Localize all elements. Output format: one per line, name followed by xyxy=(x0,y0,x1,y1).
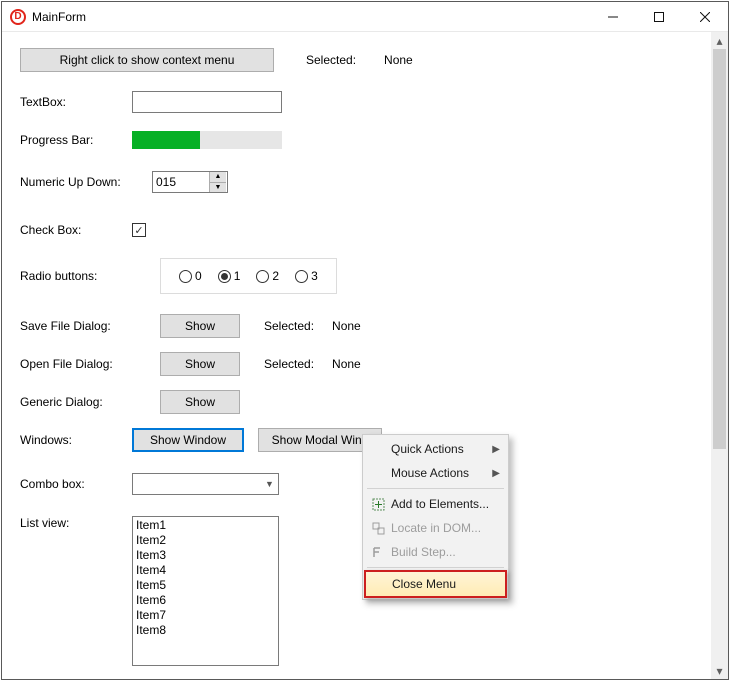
list-item[interactable]: Item5 xyxy=(136,578,275,593)
titlebar: D MainForm xyxy=(2,2,728,32)
open-dialog-show-button[interactable]: Show xyxy=(160,352,240,376)
show-window-button[interactable]: Show Window xyxy=(132,428,244,452)
textbox-input[interactable] xyxy=(132,91,282,113)
menu-build-step: Build Step... xyxy=(365,540,506,564)
locate-dom-icon xyxy=(369,522,387,535)
save-dialog-label: Save File Dialog: xyxy=(20,319,132,333)
numeric-up-button[interactable]: ▲ xyxy=(210,172,226,183)
scroll-thumb[interactable] xyxy=(713,49,726,449)
selected-value: None xyxy=(384,53,413,67)
textbox-label: TextBox: xyxy=(20,95,132,109)
listview-label: List view: xyxy=(20,516,132,530)
progress-label: Progress Bar: xyxy=(20,133,132,147)
menu-quick-actions[interactable]: Quick Actions ▶ xyxy=(365,437,506,461)
checkbox[interactable]: ✓ xyxy=(132,223,146,237)
menu-separator xyxy=(367,488,504,489)
list-item[interactable]: Item1 xyxy=(136,518,275,533)
submenu-arrow-icon: ▶ xyxy=(492,444,500,455)
menu-mouse-actions[interactable]: Mouse Actions ▶ xyxy=(365,461,506,485)
windows-label: Windows: xyxy=(20,433,132,447)
radio-group: 0 1 2 3 xyxy=(160,258,337,294)
open-selected-value: None xyxy=(332,357,361,371)
progress-bar xyxy=(132,131,282,149)
open-dialog-label: Open File Dialog: xyxy=(20,357,132,371)
menu-add-elements[interactable]: Add to Elements... xyxy=(365,492,506,516)
app-icon: D xyxy=(10,9,26,25)
main-window: D MainForm Right click to show context m… xyxy=(1,1,729,680)
open-selected-label: Selected: xyxy=(264,357,314,371)
list-item[interactable]: Item6 xyxy=(136,593,275,608)
numeric-label: Numeric Up Down: xyxy=(20,175,132,189)
save-selected-label: Selected: xyxy=(264,319,314,333)
generic-dialog-show-button[interactable]: Show xyxy=(160,390,240,414)
menu-close[interactable]: Close Menu xyxy=(364,570,507,598)
menu-separator xyxy=(367,567,504,568)
list-item[interactable]: Item7 xyxy=(136,608,275,623)
generic-dialog-label: Generic Dialog: xyxy=(20,395,132,409)
list-item[interactable]: Item8 xyxy=(136,623,275,638)
maximize-button[interactable] xyxy=(636,2,682,32)
vertical-scrollbar[interactable]: ▴ ▾ xyxy=(711,32,728,679)
build-step-icon xyxy=(369,546,387,559)
save-dialog-show-button[interactable]: Show xyxy=(160,314,240,338)
radio-2[interactable]: 2 xyxy=(256,269,279,283)
submenu-arrow-icon: ▶ xyxy=(492,468,500,479)
add-elements-icon xyxy=(369,498,387,511)
list-item[interactable]: Item3 xyxy=(136,548,275,563)
context-menu-button[interactable]: Right click to show context menu xyxy=(20,48,274,72)
radio-label: Radio buttons: xyxy=(20,269,132,283)
menu-locate-dom: Locate in DOM... xyxy=(365,516,506,540)
numeric-updown[interactable]: ▲ ▼ xyxy=(152,171,228,193)
combo-box[interactable]: ▼ xyxy=(132,473,279,495)
save-selected-value: None xyxy=(332,319,361,333)
selected-label: Selected: xyxy=(306,53,356,67)
list-view[interactable]: Item1 Item2 Item3 Item4 Item5 Item6 Item… xyxy=(132,516,279,666)
radio-1[interactable]: 1 xyxy=(218,269,241,283)
checkbox-label: Check Box: xyxy=(20,223,132,237)
context-menu: Quick Actions ▶ Mouse Actions ▶ Add to E… xyxy=(362,434,509,600)
numeric-input[interactable] xyxy=(153,172,209,192)
close-button[interactable] xyxy=(682,2,728,32)
numeric-down-button[interactable]: ▼ xyxy=(210,183,226,193)
chevron-down-icon: ▼ xyxy=(261,474,278,494)
window-title: MainForm xyxy=(32,10,86,24)
scroll-up-button[interactable]: ▴ xyxy=(711,32,728,49)
combo-label: Combo box: xyxy=(20,477,132,491)
list-item[interactable]: Item2 xyxy=(136,533,275,548)
radio-3[interactable]: 3 xyxy=(295,269,318,283)
scroll-down-button[interactable]: ▾ xyxy=(711,662,728,679)
progress-fill xyxy=(132,131,200,149)
minimize-button[interactable] xyxy=(590,2,636,32)
list-item[interactable]: Item4 xyxy=(136,563,275,578)
client-area: Right click to show context menu Selecte… xyxy=(2,32,728,679)
radio-0[interactable]: 0 xyxy=(179,269,202,283)
